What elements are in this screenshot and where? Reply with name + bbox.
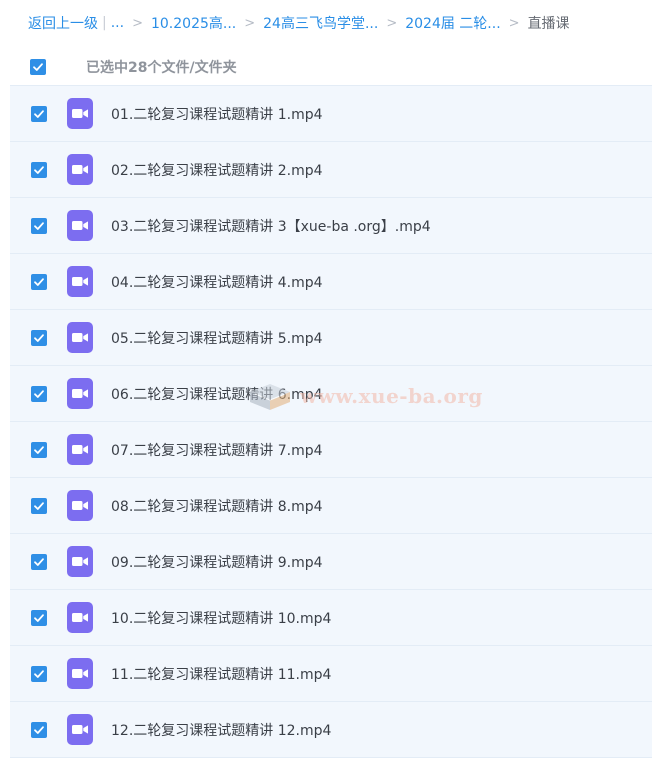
file-row[interactable]: 12.二轮复习课程试题精讲 12.mp4 [10, 702, 652, 758]
video-file-icon [67, 602, 93, 633]
file-checkbox[interactable] [31, 665, 47, 682]
file-row[interactable]: 11.二轮复习课程试题精讲 11.mp4 [10, 646, 652, 702]
file-name[interactable]: 05.二轮复习课程试题精讲 5.mp4 [111, 328, 323, 348]
checkmark-icon [34, 725, 44, 734]
file-name[interactable]: 04.二轮复习课程试题精讲 4.mp4 [111, 272, 323, 292]
file-name[interactable]: 12.二轮复习课程试题精讲 12.mp4 [111, 720, 331, 740]
file-checkbox[interactable] [31, 497, 47, 514]
selection-count: 已选中28个文件/文件夹 [86, 60, 237, 76]
chevron-right-icon: > [386, 15, 398, 31]
breadcrumb-more[interactable]: ... [111, 15, 124, 31]
file-row[interactable]: 08.二轮复习课程试题精讲 8.mp4 [10, 478, 652, 534]
checkmark-icon [34, 613, 44, 622]
breadcrumb-current: 直播课 [527, 16, 570, 32]
checkmark-icon [34, 501, 44, 510]
file-name[interactable]: 09.二轮复习课程试题精讲 9.mp4 [111, 552, 323, 572]
file-checkbox[interactable] [31, 273, 47, 290]
file-checkbox[interactable] [31, 385, 47, 402]
file-name[interactable]: 06.二轮复习课程试题精讲 6.mp4 [111, 384, 323, 404]
breadcrumb-item[interactable]: 10.2025高... [151, 13, 236, 33]
file-row[interactable]: 02.二轮复习课程试题精讲 2.mp4 [10, 142, 652, 198]
breadcrumb-item[interactable]: 24高三飞鸟学堂... [263, 13, 378, 33]
file-checkbox[interactable] [31, 441, 47, 458]
video-file-icon [67, 378, 93, 409]
file-list: 01.二轮复习课程试题精讲 1.mp4 02.二轮复习课程试题精讲 2.mp4 … [10, 85, 652, 758]
breadcrumb-divider: | [102, 15, 107, 31]
file-checkbox[interactable] [31, 161, 47, 178]
file-checkbox[interactable] [31, 105, 47, 122]
select-all-checkbox[interactable] [30, 59, 46, 75]
file-row[interactable]: 03.二轮复习课程试题精讲 3【xue-ba .org】.mp4 [10, 198, 652, 254]
file-name[interactable]: 11.二轮复习课程试题精讲 11.mp4 [111, 664, 331, 684]
file-checkbox[interactable] [31, 553, 47, 570]
checkmark-icon [34, 389, 44, 398]
video-file-icon [67, 98, 93, 129]
checkmark-icon [33, 63, 43, 71]
file-row[interactable]: 10.二轮复习课程试题精讲 10.mp4 [10, 590, 652, 646]
file-row[interactable]: 06.二轮复习课程试题精讲 6.mp4 [10, 366, 652, 422]
video-file-icon [67, 546, 93, 577]
checkmark-icon [34, 165, 44, 174]
checkmark-icon [34, 557, 44, 566]
video-file-icon [67, 490, 93, 521]
file-checkbox[interactable] [31, 217, 47, 234]
file-row[interactable]: 05.二轮复习课程试题精讲 5.mp4 [10, 310, 652, 366]
file-row[interactable]: 01.二轮复习课程试题精讲 1.mp4 [10, 86, 652, 142]
back-link[interactable]: 返回上一级 [28, 13, 98, 33]
file-checkbox[interactable] [31, 609, 47, 626]
chevron-right-icon: > [132, 15, 143, 31]
video-file-icon [67, 714, 93, 745]
file-row[interactable]: 09.二轮复习课程试题精讲 9.mp4 [10, 534, 652, 590]
selection-bar: 已选中28个文件/文件夹 [0, 50, 652, 84]
video-file-icon [67, 434, 93, 465]
video-file-icon [67, 210, 93, 241]
breadcrumb: 返回上一级 | ... > 10.2025高... > 24高三飞鸟学堂... … [28, 10, 570, 36]
file-row[interactable]: 07.二轮复习课程试题精讲 7.mp4 [10, 422, 652, 478]
file-name[interactable]: 03.二轮复习课程试题精讲 3【xue-ba .org】.mp4 [111, 216, 431, 236]
checkmark-icon [34, 109, 44, 118]
video-file-icon [67, 658, 93, 689]
chevron-right-icon: > [508, 15, 520, 31]
file-name[interactable]: 07.二轮复习课程试题精讲 7.mp4 [111, 440, 323, 460]
checkmark-icon [34, 277, 44, 286]
checkmark-icon [34, 445, 44, 454]
chevron-right-icon: > [244, 15, 256, 31]
file-name[interactable]: 01.二轮复习课程试题精讲 1.mp4 [111, 104, 323, 124]
file-name[interactable]: 02.二轮复习课程试题精讲 2.mp4 [111, 160, 323, 180]
checkmark-icon [34, 221, 44, 230]
file-name[interactable]: 08.二轮复习课程试题精讲 8.mp4 [111, 496, 323, 516]
video-file-icon [67, 322, 93, 353]
file-checkbox[interactable] [31, 721, 47, 738]
file-row[interactable]: 04.二轮复习课程试题精讲 4.mp4 [10, 254, 652, 310]
checkmark-icon [34, 333, 44, 342]
checkmark-icon [34, 669, 44, 678]
breadcrumb-item[interactable]: 2024届 二轮... [405, 13, 500, 33]
file-name[interactable]: 10.二轮复习课程试题精讲 10.mp4 [111, 608, 331, 628]
video-file-icon [67, 266, 93, 297]
video-file-icon [67, 154, 93, 185]
file-checkbox[interactable] [31, 329, 47, 346]
